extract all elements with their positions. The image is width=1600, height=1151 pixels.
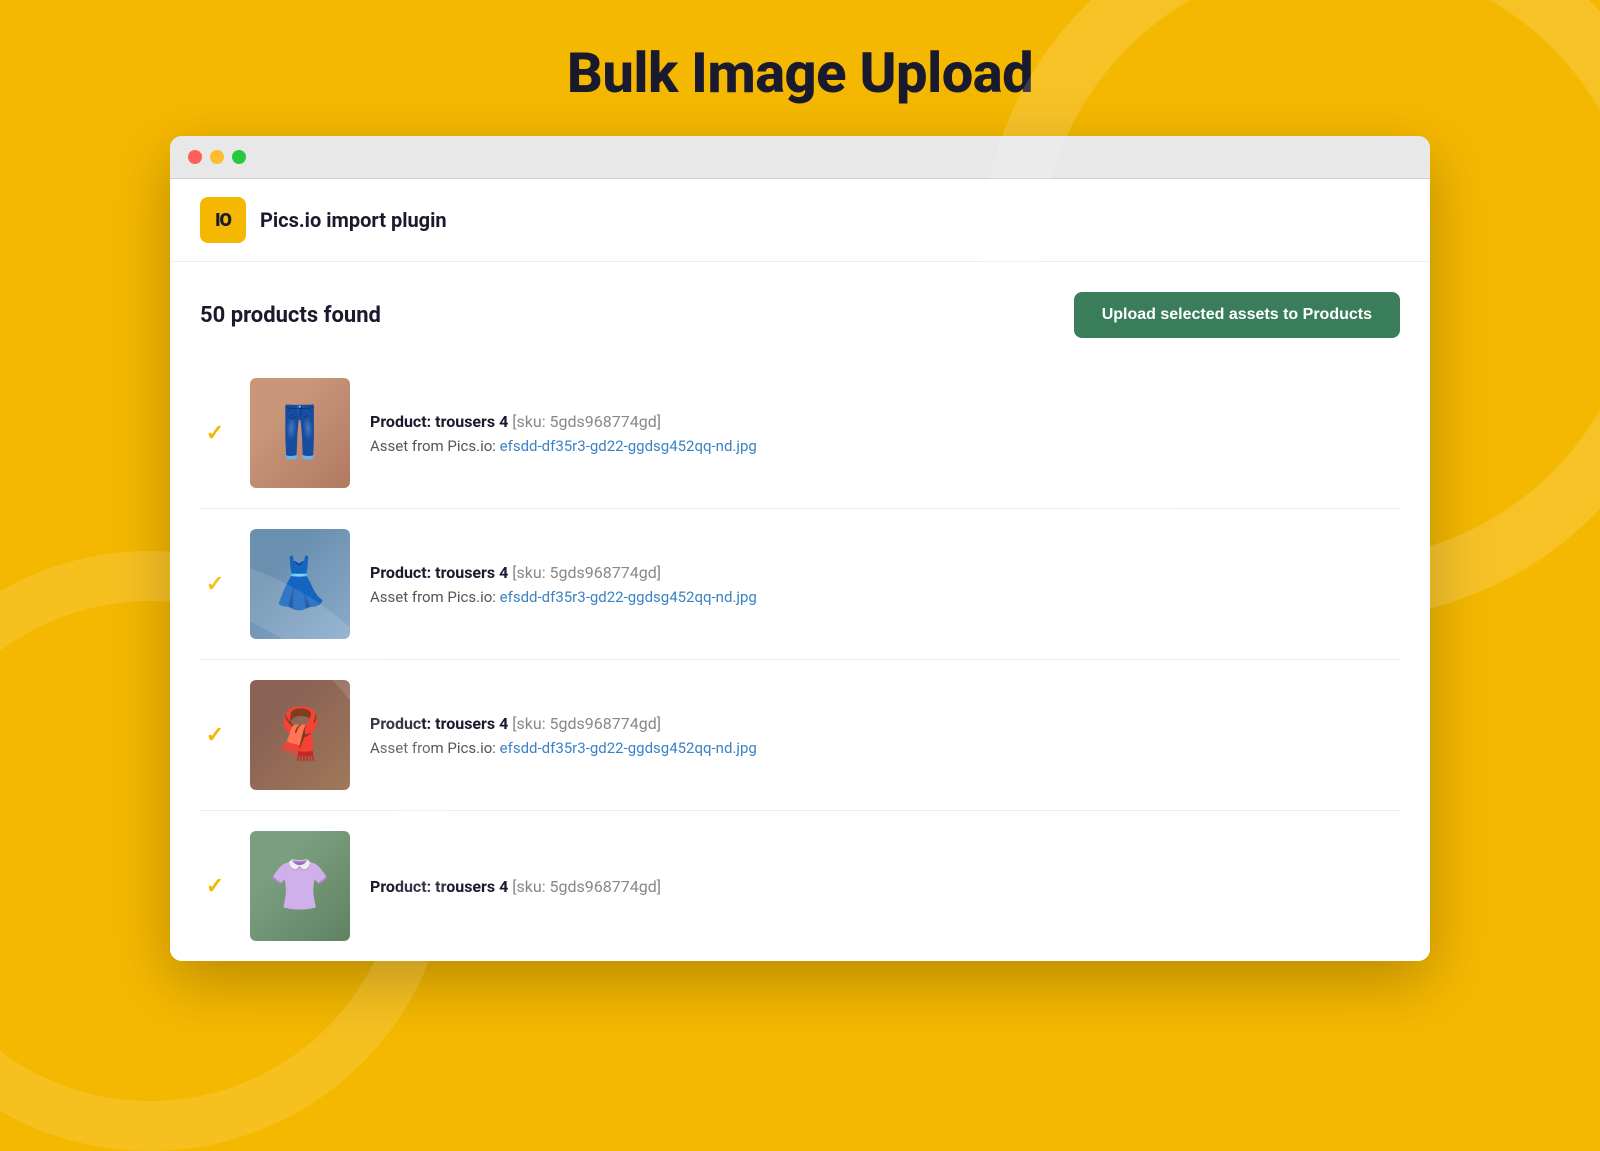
asset-link[interactable]: efsdd-df35r3-gd22-ggdsg452qq-nd.jpg	[500, 588, 757, 606]
checkbox-icon: ✓	[203, 421, 227, 445]
main-content: 50 products found Upload selected assets…	[170, 262, 1430, 961]
product-sku: [sku: 5gds968774gd]	[512, 412, 661, 431]
app-logo: IO	[200, 197, 246, 243]
list-item: ✓ Product: trousers 4 [sku: 5gds968774gd…	[200, 660, 1400, 811]
app-window: IO Pics.io import plugin 50 products fou…	[170, 136, 1430, 961]
checkbox-icon: ✓	[203, 874, 227, 898]
product-title: Product: trousers 4 [sku: 5gds968774gd]	[370, 412, 757, 431]
app-name-label: Pics.io import plugin	[260, 208, 447, 232]
asset-link[interactable]: efsdd-df35r3-gd22-ggdsg452qq-nd.jpg	[500, 437, 757, 455]
checkbox-wrap[interactable]: ✓	[200, 874, 230, 898]
checkbox-icon: ✓	[203, 723, 227, 747]
product-info: Product: trousers 4 [sku: 5gds968774gd] …	[370, 412, 757, 455]
asset-row: Asset from Pics.io: efsdd-df35r3-gd22-gg…	[370, 588, 757, 606]
product-sku: [sku: 5gds968774gd]	[512, 563, 661, 582]
product-thumbnail	[250, 529, 350, 639]
product-thumbnail	[250, 831, 350, 941]
checkbox-wrap[interactable]: ✓	[200, 723, 230, 747]
app-content: IO Pics.io import plugin 50 products fou…	[170, 179, 1430, 961]
app-header: IO Pics.io import plugin	[170, 179, 1430, 262]
checkbox-wrap[interactable]: ✓	[200, 572, 230, 596]
product-info: Product: trousers 4 [sku: 5gds968774gd] …	[370, 563, 757, 606]
titlebar	[170, 136, 1430, 179]
product-info: Product: trousers 4 [sku: 5gds968774gd] …	[370, 714, 757, 757]
product-sku: [sku: 5gds968774gd]	[512, 877, 661, 896]
checkbox-wrap[interactable]: ✓	[200, 421, 230, 445]
page-title: Bulk Image Upload	[567, 40, 1033, 106]
product-title: Product: trousers 4 [sku: 5gds968774gd]	[370, 563, 757, 582]
product-thumbnail	[250, 680, 350, 790]
list-item: ✓ Product: trousers 4 [sku: 5gds968774gd…	[200, 509, 1400, 660]
asset-row: Asset from Pics.io: efsdd-df35r3-gd22-gg…	[370, 739, 757, 757]
minimize-button[interactable]	[210, 150, 224, 164]
upload-button[interactable]: Upload selected assets to Products	[1074, 292, 1400, 338]
list-item: ✓ Product: trousers 4 [sku: 5gds968774gd…	[200, 811, 1400, 961]
products-count: 50 products found	[200, 303, 381, 328]
list-item: ✓ Product: trousers 4 [sku: 5gds968774gd…	[200, 358, 1400, 509]
top-bar: 50 products found Upload selected assets…	[200, 292, 1400, 338]
asset-row: Asset from Pics.io: efsdd-df35r3-gd22-gg…	[370, 437, 757, 455]
close-button[interactable]	[188, 150, 202, 164]
product-info: Product: trousers 4 [sku: 5gds968774gd]	[370, 877, 661, 896]
maximize-button[interactable]	[232, 150, 246, 164]
product-title: Product: trousers 4 [sku: 5gds968774gd]	[370, 877, 661, 896]
asset-link[interactable]: efsdd-df35r3-gd22-ggdsg452qq-nd.jpg	[500, 739, 757, 757]
product-thumbnail	[250, 378, 350, 488]
checkbox-icon: ✓	[203, 572, 227, 596]
product-sku: [sku: 5gds968774gd]	[512, 714, 661, 733]
product-title: Product: trousers 4 [sku: 5gds968774gd]	[370, 714, 757, 733]
product-list: ✓ Product: trousers 4 [sku: 5gds968774gd…	[200, 358, 1400, 961]
